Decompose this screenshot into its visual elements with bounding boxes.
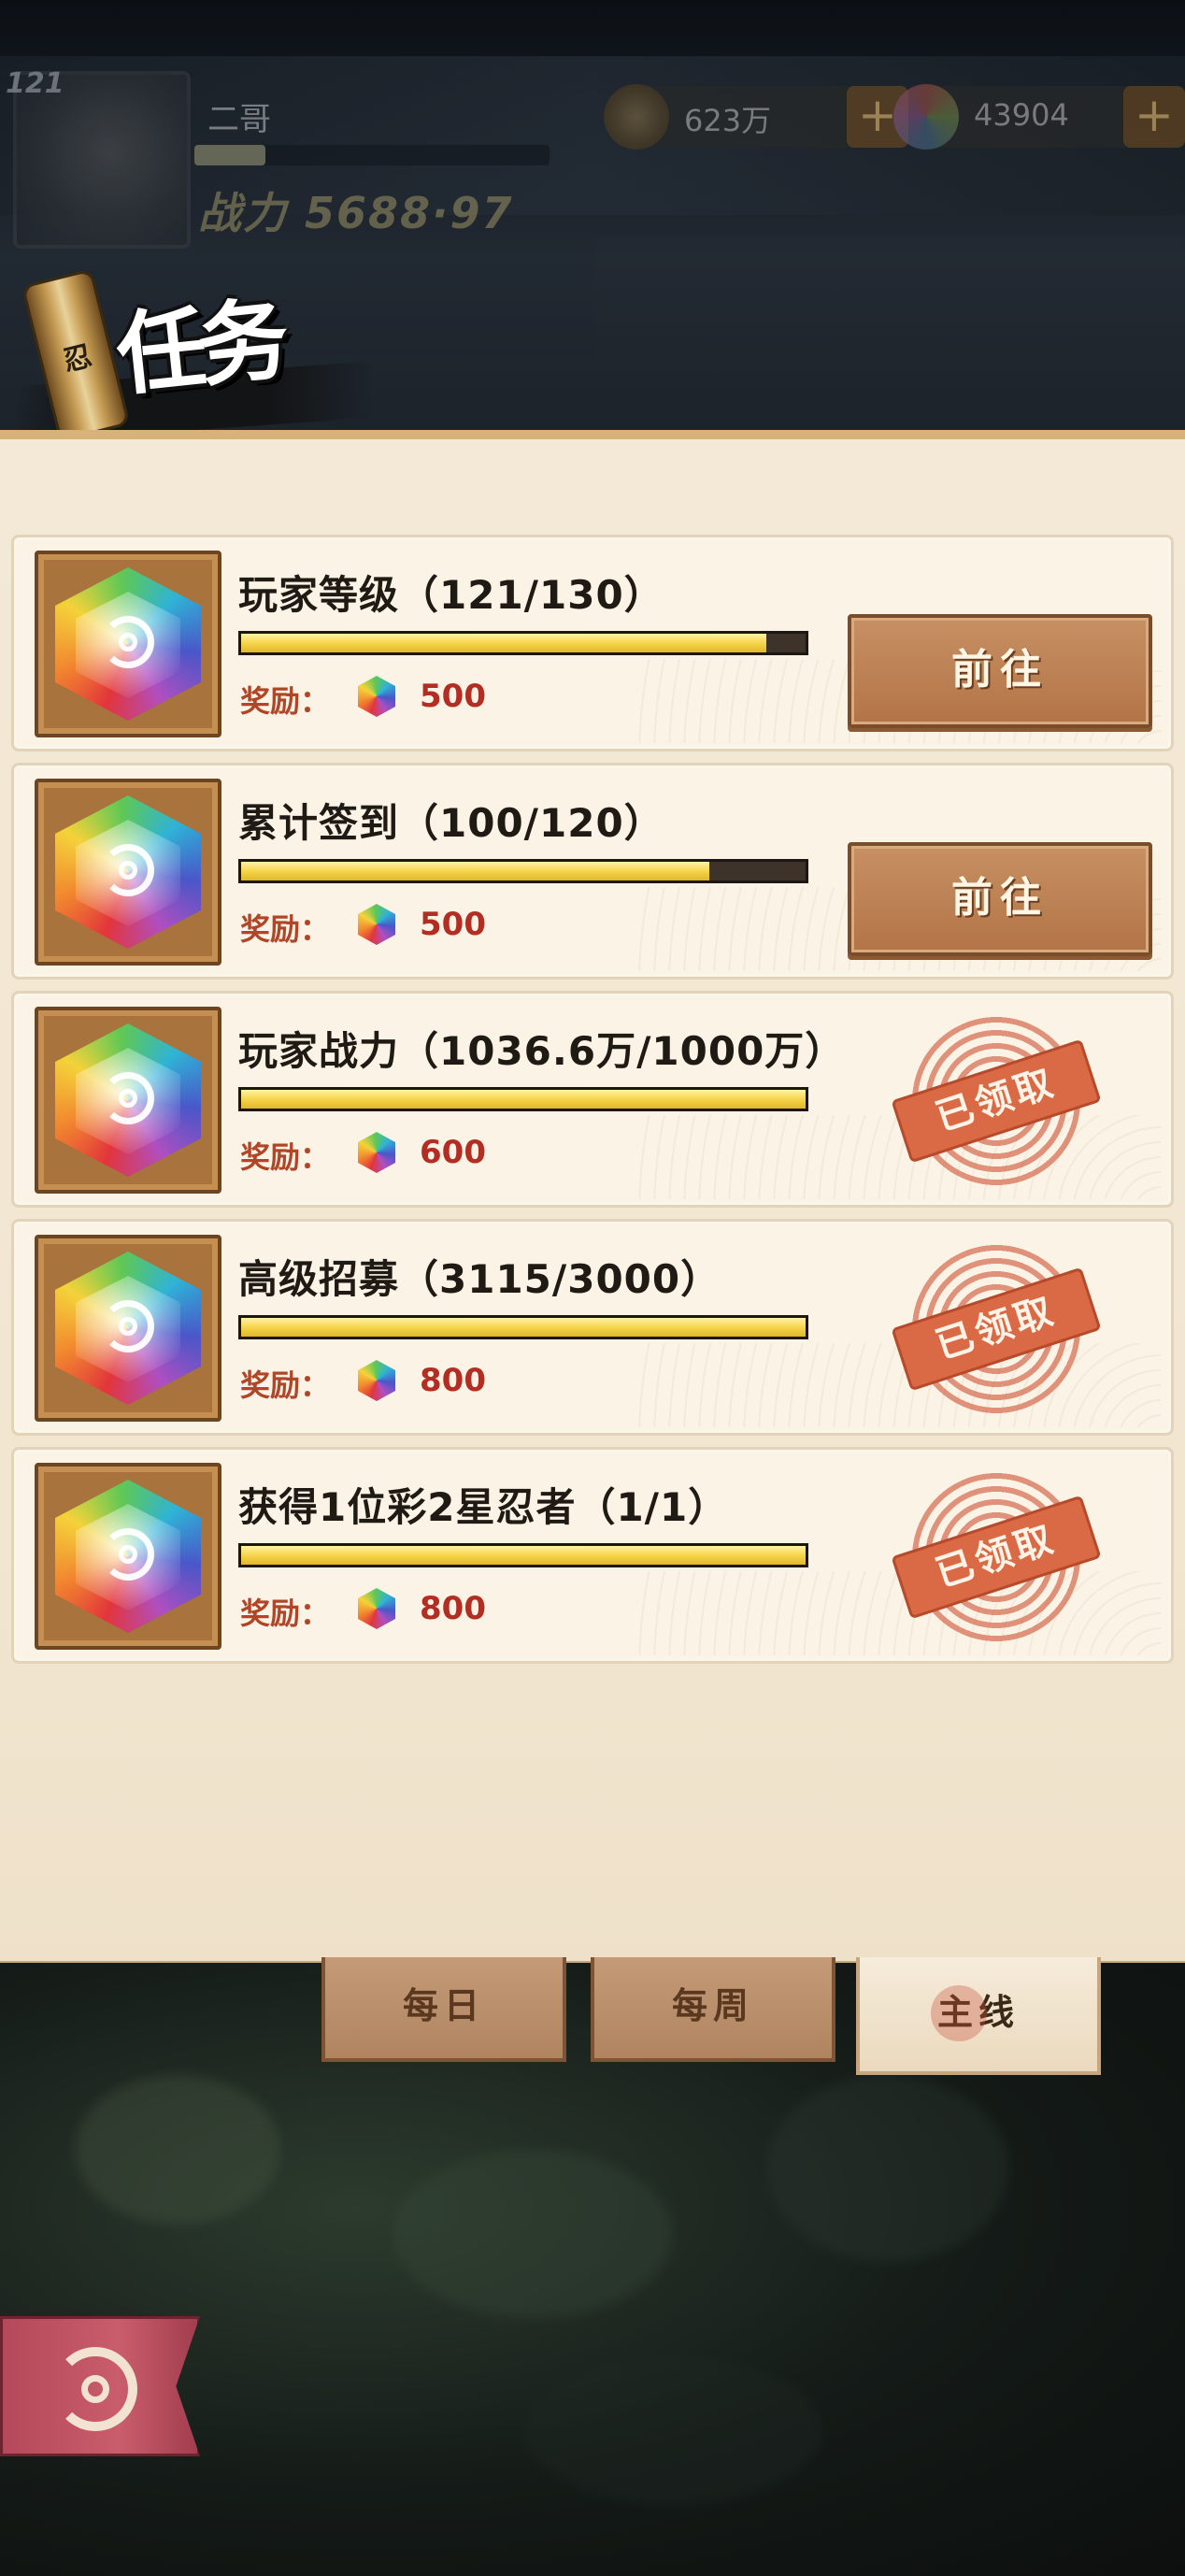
task-progress-bar xyxy=(238,1315,808,1339)
reward-gem-icon xyxy=(358,904,395,945)
tab-main[interactable]: 主线 xyxy=(856,1957,1101,2075)
reward-label: 奖励： xyxy=(240,911,331,947)
task-progress-fill xyxy=(241,634,766,652)
reward-gem-icon xyxy=(358,676,395,717)
reward-label: 奖励： xyxy=(240,1139,331,1175)
reward-value: 800 xyxy=(420,1590,486,1627)
task-progress-bar xyxy=(238,1087,808,1111)
reward-gem-icon xyxy=(358,1132,395,1173)
reward-gem-icon xyxy=(358,1360,395,1401)
page-title: 任务 xyxy=(111,286,287,408)
rainbow-gem-icon xyxy=(35,1007,221,1194)
task-progress-bar xyxy=(238,1543,808,1567)
tab-weekly[interactable]: 每周 xyxy=(591,1957,835,2062)
task-title: 玩家等级（121/130） xyxy=(238,572,664,618)
task-row: 高级招募（3115/3000） 奖励： 800 已领取 xyxy=(11,1219,1174,1436)
reward-value: 500 xyxy=(420,906,486,943)
coin-value: 623万 xyxy=(684,103,772,138)
exp-bar xyxy=(194,145,550,165)
claimed-stamp: 已领取 xyxy=(891,1470,1102,1644)
tab-daily[interactable]: 每日 xyxy=(321,1957,566,2062)
player-level: 121 xyxy=(6,67,64,100)
task-progress-fill xyxy=(241,1318,806,1337)
coin-counter: 623万 + xyxy=(604,84,908,150)
gem-icon xyxy=(893,84,959,150)
task-progress-fill xyxy=(241,1546,806,1565)
task-row: 玩家战力（1036.6万/1000万） 奖励： 600 已领取 xyxy=(11,991,1174,1208)
coin-icon xyxy=(604,84,669,150)
reward-gem-icon xyxy=(358,1588,395,1629)
reward-label: 奖励： xyxy=(240,683,331,719)
rainbow-gem-icon xyxy=(35,779,221,966)
gem-value: 43904 xyxy=(974,97,1069,133)
player-name: 二哥 xyxy=(207,101,271,138)
reward-value: 600 xyxy=(420,1134,486,1171)
reward-value: 800 xyxy=(420,1362,486,1399)
task-title: 玩家战力（1036.6万/1000万） xyxy=(238,1028,846,1074)
task-progress-bar xyxy=(238,859,808,883)
gem-counter: 43904 + xyxy=(893,84,1185,150)
reward-label: 奖励： xyxy=(240,1596,331,1631)
task-panel: 玩家等级（121/130） 奖励： 500 前往 累计签到（100/120） 奖… xyxy=(0,430,1185,1974)
reward-value: 500 xyxy=(420,678,486,715)
combat-power: 战力 5688·97 xyxy=(198,188,514,238)
task-title: 高级招募（3115/3000） xyxy=(238,1256,721,1302)
rainbow-gem-icon xyxy=(35,1235,221,1422)
task-row: 玩家等级（121/130） 奖励： 500 前往 xyxy=(11,535,1174,751)
task-progress-fill xyxy=(241,862,710,880)
task-row: 累计签到（100/120） 奖励： 500 前往 xyxy=(11,763,1174,980)
task-row: 获得1位彩2星忍者（1/1） 奖励： 800 已领取 xyxy=(11,1447,1174,1664)
go-button[interactable]: 前往 xyxy=(848,842,1152,956)
reward-label: 奖励： xyxy=(240,1367,331,1403)
task-progress-fill xyxy=(241,1090,806,1109)
task-progress-bar xyxy=(238,631,808,655)
scroll-glyph: 忍 xyxy=(60,339,95,379)
claimed-stamp: 已领取 xyxy=(891,1014,1102,1188)
task-title: 累计签到（100/120） xyxy=(238,800,664,846)
add-gem-button[interactable]: + xyxy=(1123,86,1185,148)
go-button[interactable]: 前往 xyxy=(848,614,1152,728)
page-title-area: 忍 任务 xyxy=(15,262,374,449)
rainbow-gem-icon xyxy=(35,1463,221,1650)
task-title: 获得1位彩2星忍者（1/1） xyxy=(238,1484,729,1530)
rainbow-gem-icon xyxy=(35,551,221,737)
claimed-stamp: 已领取 xyxy=(891,1242,1102,1416)
back-button[interactable] xyxy=(0,2316,200,2456)
